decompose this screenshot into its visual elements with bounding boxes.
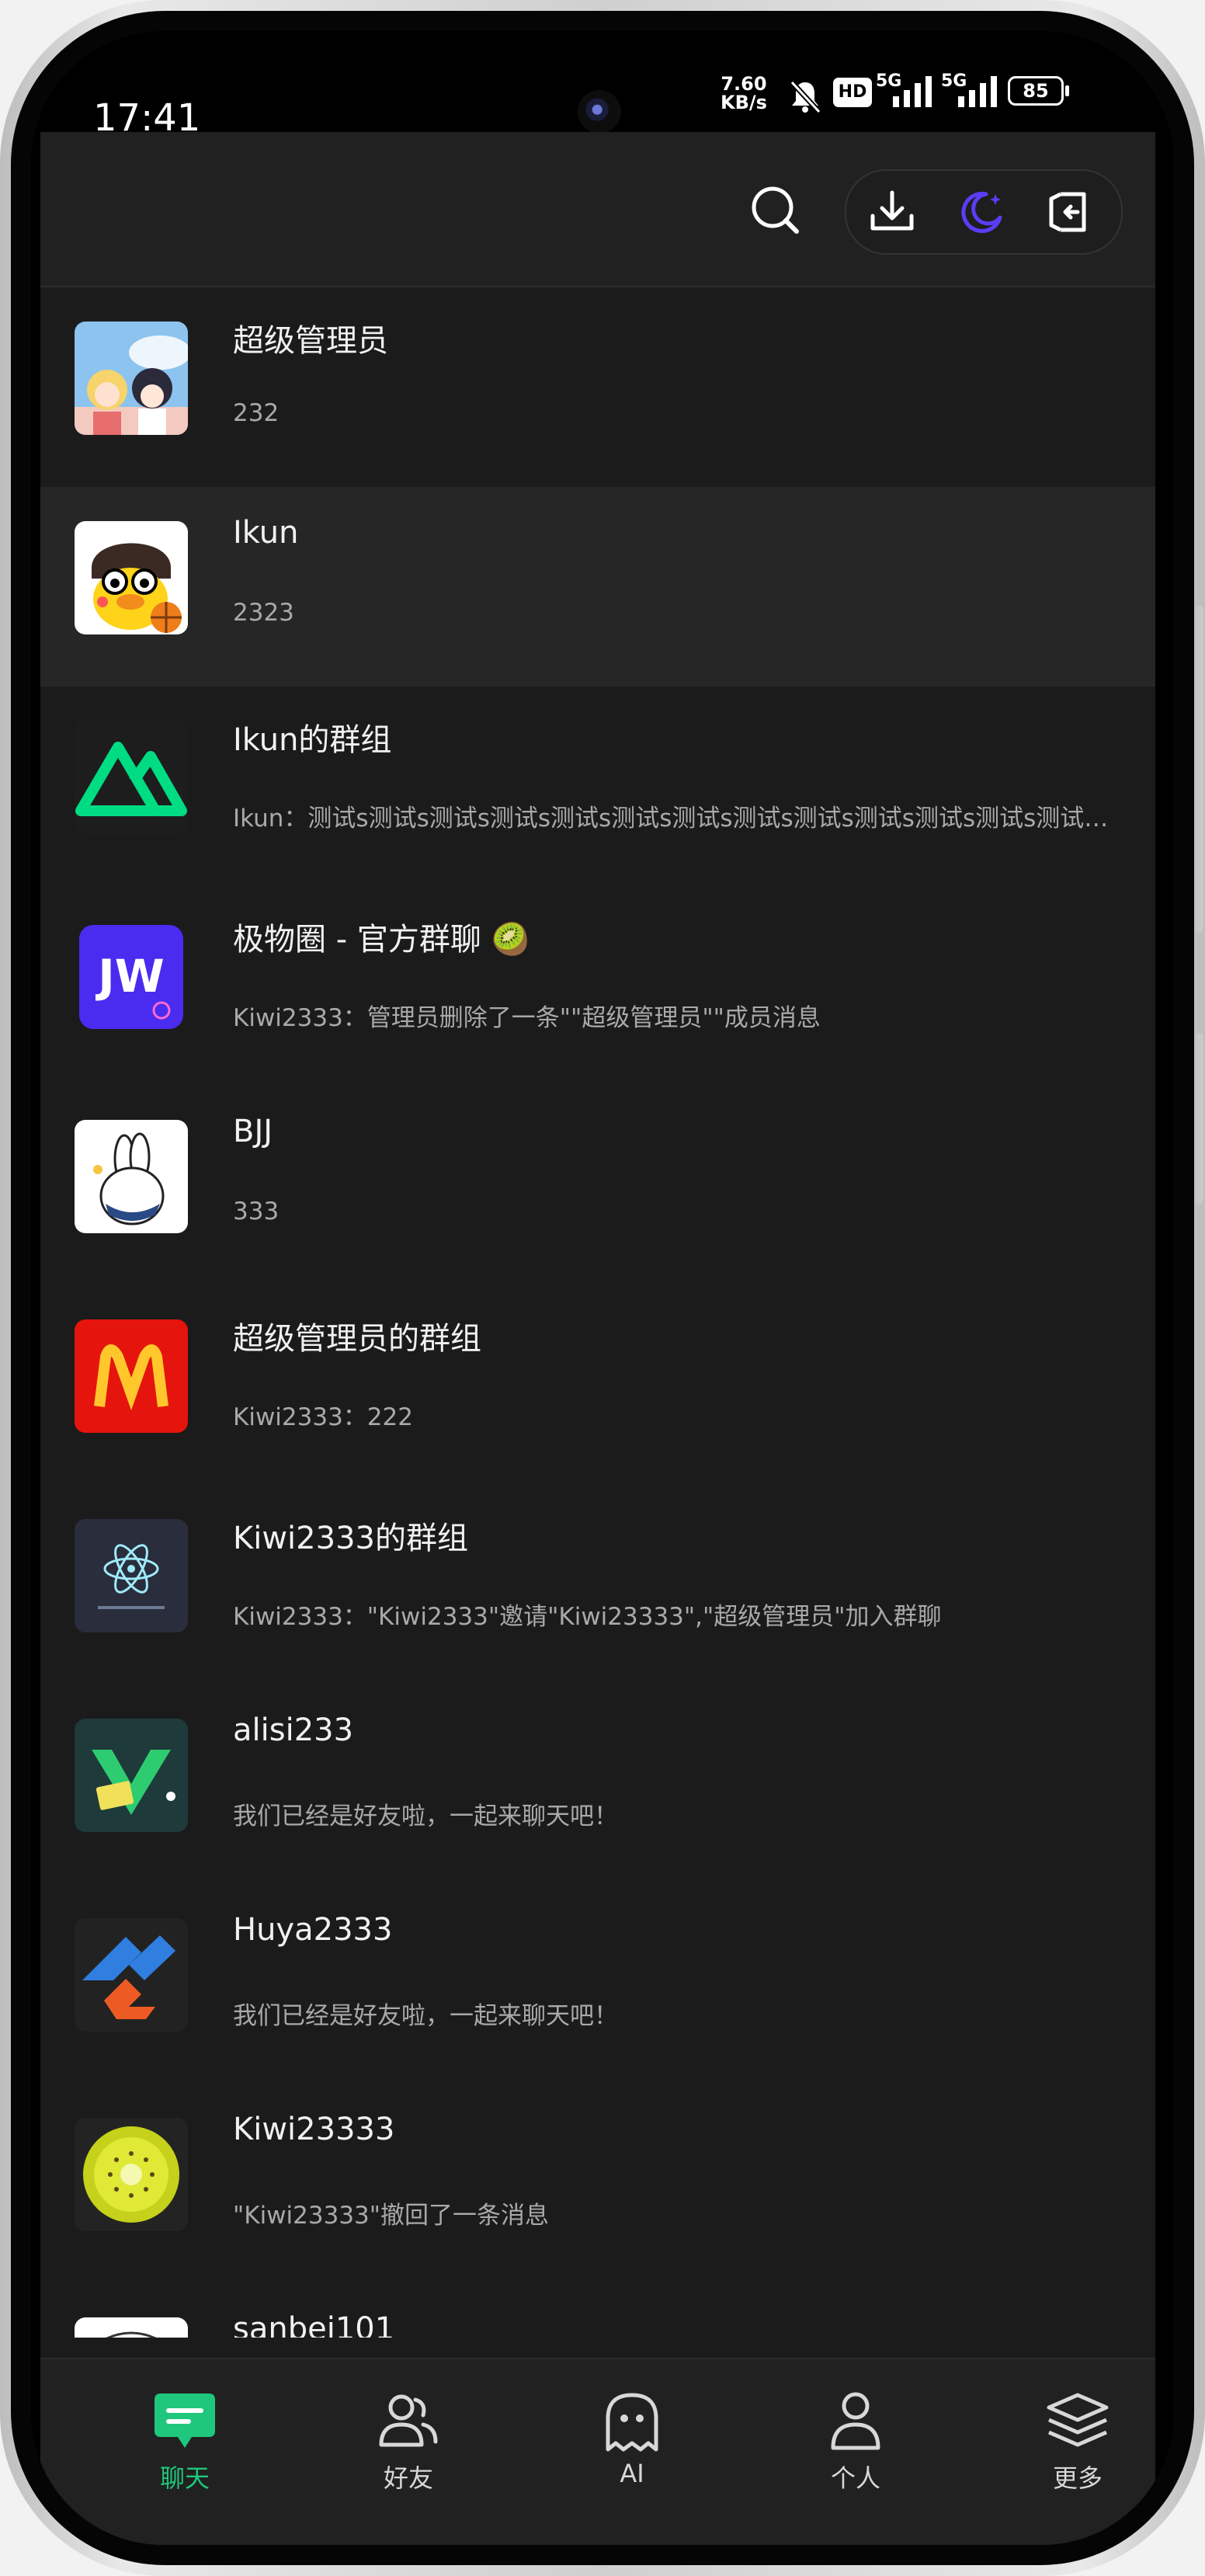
chat-name: BJJ — [233, 1114, 273, 1149]
chat-item[interactable]: Kiwi23333 "Kiwi23333"撤回了一条消息 — [40, 2084, 1155, 2283]
header-actions — [845, 169, 1123, 255]
bottom-tab-bar: 聊天 好友 AI 个人 更多 — [40, 2358, 1155, 2545]
avatar-kiwi-fruit — [75, 2118, 188, 2231]
chat-last-message: Kiwi2333：222 — [233, 1403, 413, 1431]
chat-icon — [155, 2393, 215, 2448]
svg-text:JW: JW — [95, 950, 165, 1003]
tab-chat-label: 聊天 — [159, 2463, 210, 2493]
chat-last-message: 我们已经是好友啦，一起来聊天吧！ — [233, 2002, 618, 2030]
chat-item[interactable]: Kiwi2333的群组 Kiwi2333："Kiwi2333"邀请"Kiwi23… — [40, 1485, 1155, 1684]
chat-name: 超级管理员的群组 — [233, 1321, 481, 1357]
avatar-bunny-sticker — [75, 1120, 188, 1233]
mute-bell-icon — [790, 80, 821, 114]
net-speed-unit: KB/s — [721, 92, 767, 113]
tab-chat[interactable]: 聊天 — [107, 2390, 262, 2515]
chat-item-selected[interactable]: Ikun 2323 — [40, 487, 1155, 687]
chat-name: Kiwi23333 — [233, 2112, 395, 2147]
power-button — [1196, 1033, 1203, 1204]
chat-last-message: 2323 — [233, 599, 294, 627]
chat-name: Huya2333 — [233, 1912, 393, 1948]
chat-item[interactable]: alisi233 我们已经是好友啦，一起来聊天吧！ — [40, 1684, 1155, 1884]
tab-profile-label: 个人 — [830, 2463, 880, 2493]
chat-name: Ikun — [233, 515, 299, 551]
ghost-icon — [606, 2393, 658, 2452]
chat-app: 超级管理员 232 Ikun 2323 Ikun的群组 Ikun：测试s测试s测… — [40, 132, 1155, 2545]
friends-icon — [379, 2394, 438, 2447]
tab-ai-label: AI — [620, 2459, 644, 2488]
status-bar: 17:41 7.60 KB/s HD 5G 5G 85 — [31, 31, 1174, 140]
avatar-mcdonalds-logo — [75, 1319, 188, 1433]
signal-icon-1 — [893, 76, 932, 107]
layers-icon — [1047, 2393, 1109, 2447]
tab-ai[interactable]: AI — [554, 2390, 710, 2515]
avatar-blue-orange-logo — [75, 1918, 188, 2032]
chat-item[interactable]: JW 极物圈 - 官方群聊 🥝 Kiwi2333：管理员删除了一条""超级管理员… — [40, 886, 1155, 1086]
tab-more-label: 更多 — [1052, 2463, 1103, 2493]
net-speed: 7.60 KB/s — [721, 75, 767, 112]
tab-friends-label: 好友 — [383, 2463, 433, 2493]
volume-button — [1196, 606, 1203, 932]
avatar-jw-logo: JW — [75, 920, 188, 1034]
exit-icon[interactable] — [1042, 186, 1093, 238]
chat-item[interactable]: 超级管理员 232 — [40, 287, 1155, 487]
chat-list: 超级管理员 232 Ikun 2323 Ikun的群组 Ikun：测试s测试s测… — [40, 287, 1155, 2338]
chat-item[interactable]: Huya2333 我们已经是好友啦，一起来聊天吧！ — [40, 1884, 1155, 2084]
avatar-sketch — [75, 2317, 188, 2338]
battery: 85 — [1008, 76, 1064, 106]
avatar-chicken-basketball — [75, 521, 188, 634]
signal-icon-2 — [958, 76, 997, 107]
chat-name: Kiwi2333的群组 — [233, 1521, 468, 1556]
chat-name: 超级管理员 — [233, 323, 388, 359]
search-icon[interactable] — [747, 182, 803, 238]
chat-item[interactable]: sanbei101 — [40, 2283, 1155, 2338]
chat-last-message: 232 — [233, 399, 280, 427]
hd-badge: HD — [833, 78, 872, 107]
avatar-vue-js-logo — [75, 1719, 188, 1832]
chat-item[interactable]: Ikun的群组 Ikun：测试s测试s测试s测试s测试s测试s测试s测试s测试s… — [40, 687, 1155, 886]
tab-friends[interactable]: 好友 — [331, 2390, 486, 2515]
avatar-anime-couple — [75, 322, 188, 435]
chat-name: sanbei101 — [233, 2311, 395, 2338]
download-icon[interactable] — [866, 186, 918, 238]
tab-profile[interactable]: 个人 — [778, 2390, 933, 2515]
chat-last-message: Kiwi2333："Kiwi2333"邀请"Kiwi23333","超级管理员"… — [233, 1603, 942, 1631]
chat-last-message: 我们已经是好友啦，一起来聊天吧！ — [233, 1803, 618, 1830]
chat-item[interactable]: BJJ 333 — [40, 1086, 1155, 1285]
person-icon — [831, 2392, 880, 2450]
tab-more[interactable]: 更多 — [1000, 2390, 1155, 2515]
chat-last-message: Kiwi2333：管理员删除了一条""超级管理员""成员消息 — [233, 1004, 821, 1032]
chat-name: Ikun的群组 — [233, 722, 392, 758]
chat-last-message: "Kiwi23333"撤回了一条消息 — [233, 2202, 550, 2230]
chat-name: 极物圈 - 官方群聊 🥝 — [233, 922, 530, 958]
header — [40, 132, 1155, 287]
screen: 17:41 7.60 KB/s HD 5G 5G 85 超级管理员 232 Ik… — [31, 31, 1174, 2545]
battery-tip — [1065, 85, 1069, 96]
avatar-nuxt-logo — [75, 721, 188, 834]
chat-last-message: Ikun：测试s测试s测试s测试s测试s测试s测试s测试s测试s测试s测试s测试… — [233, 805, 1110, 833]
net-speed-value: 7.60 — [721, 73, 767, 95]
chat-name: alisi233 — [233, 1712, 354, 1748]
chat-last-message: 333 — [233, 1198, 280, 1225]
moon-icon[interactable] — [955, 186, 1006, 238]
avatar-electron-logo — [75, 1519, 188, 1632]
chat-item[interactable]: 超级管理员的群组 Kiwi2333：222 — [40, 1285, 1155, 1485]
front-camera — [578, 90, 621, 134]
